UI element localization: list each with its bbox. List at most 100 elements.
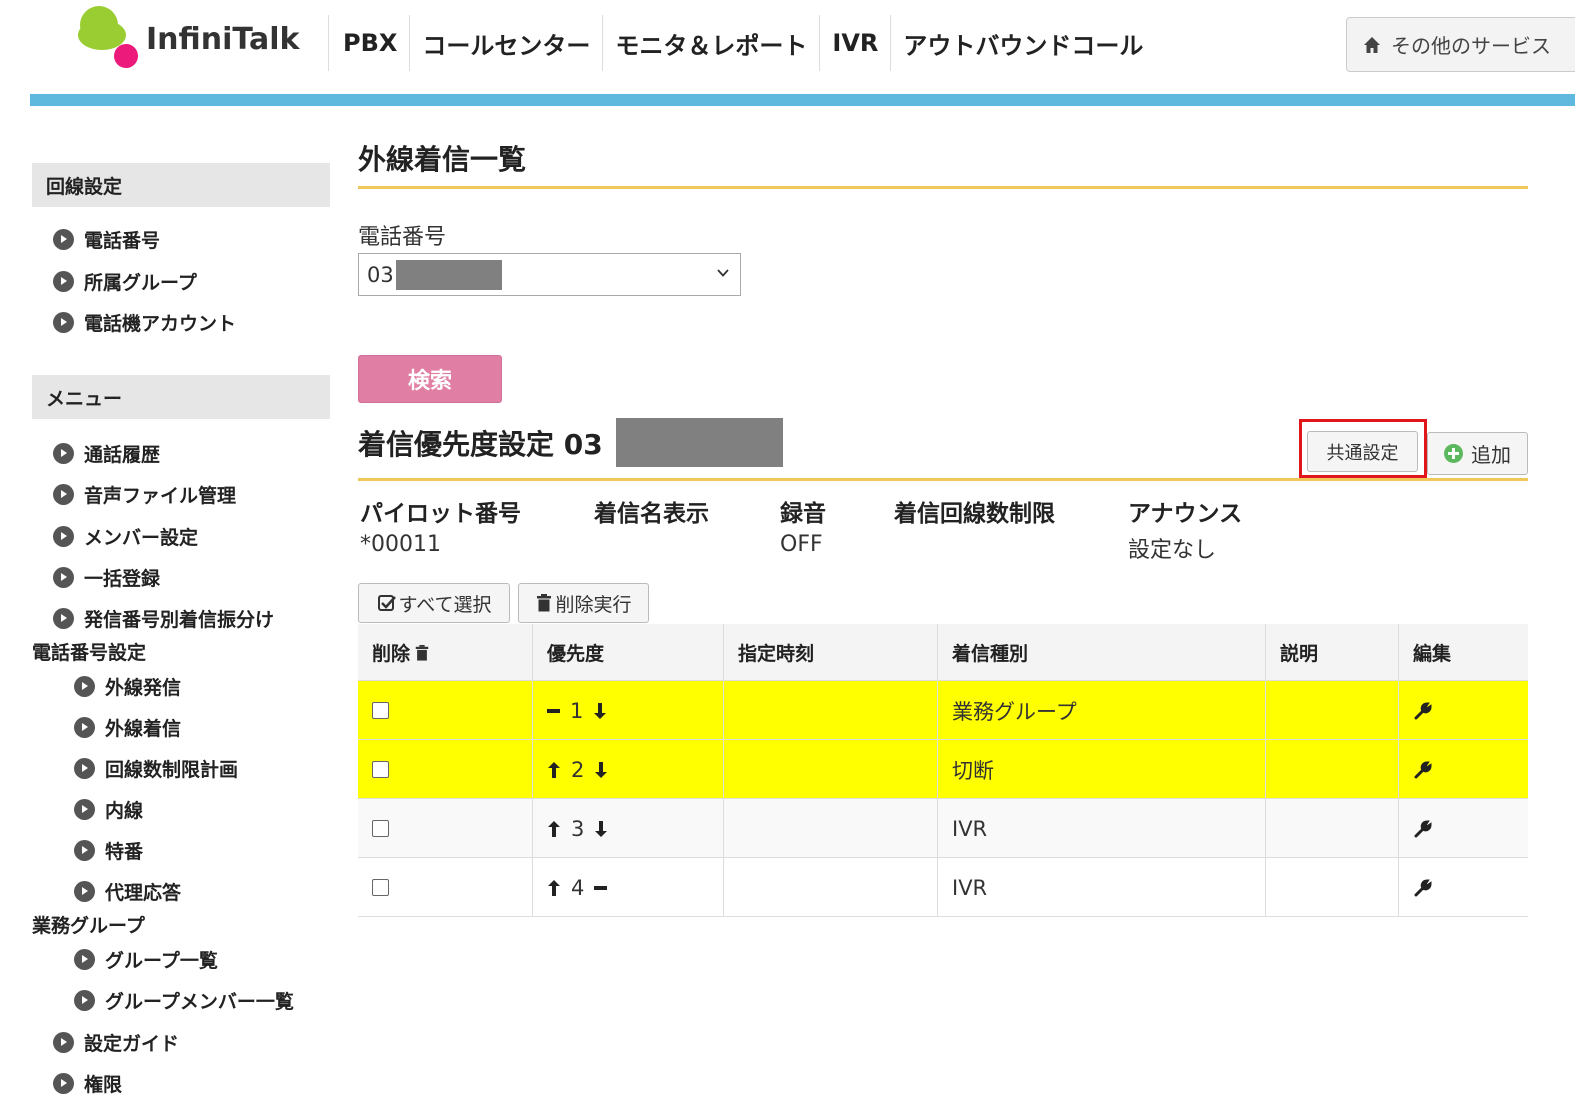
sidebar-item-proxy-answer[interactable]: 代理応答 xyxy=(74,878,181,905)
row-delete-checkbox[interactable] xyxy=(372,702,389,719)
wrench-icon[interactable] xyxy=(1413,819,1433,839)
row-delete-checkbox[interactable] xyxy=(372,879,389,896)
plus-circle-icon xyxy=(1444,444,1463,463)
top-nav: PBX コールセンター モニタ＆レポート IVR アウトバウンドコール xyxy=(328,15,1155,71)
info-caller-name-display: 着信名表示 xyxy=(594,494,709,532)
description-cell xyxy=(1265,681,1398,740)
sidebar-item-bulk-register[interactable]: 一括登録 xyxy=(53,564,160,591)
table-row: 4 IVR xyxy=(358,858,1528,917)
sidebar-item-special-number[interactable]: 特番 xyxy=(74,837,143,864)
nav-monitor-report[interactable]: モニタ＆レポート xyxy=(602,15,819,71)
other-services-label: その他のサービス xyxy=(1391,34,1551,58)
wrench-icon[interactable] xyxy=(1413,760,1433,780)
sidebar-item-inbound[interactable]: 外線着信 xyxy=(74,714,181,741)
sidebar-item-permissions[interactable]: 権限 xyxy=(53,1070,122,1097)
nav-call-center[interactable]: コールセンター xyxy=(409,15,602,71)
sidebar-item-audio-files[interactable]: 音声ファイル管理 xyxy=(53,481,236,508)
col-type: 着信種別 xyxy=(937,624,1265,681)
wrench-icon[interactable] xyxy=(1413,878,1433,898)
sidebar-item-setup-guide[interactable]: 設定ガイド xyxy=(53,1029,179,1056)
sidebar-item-caller-routing[interactable]: 発信番号別着信振分け xyxy=(53,605,274,632)
header-accent-bar xyxy=(30,94,1575,106)
arrow-up-icon[interactable] xyxy=(547,761,561,779)
chevron-right-circle-icon xyxy=(53,229,74,250)
table-header: 削除 優先度 指定時刻 着信種別 説明 編集 xyxy=(358,624,1528,681)
trash-icon xyxy=(537,594,552,612)
sidebar-item-member-settings[interactable]: メンバー設定 xyxy=(53,523,198,550)
time-cell xyxy=(723,681,937,740)
arrow-down-icon[interactable] xyxy=(594,761,608,779)
chevron-right-circle-icon xyxy=(74,881,95,902)
row-delete-checkbox[interactable] xyxy=(372,820,389,837)
arrow-down-icon[interactable] xyxy=(594,820,608,838)
sidebar-item-line-limit-plan[interactable]: 回線数制限計画 xyxy=(74,755,238,782)
priority-number: 2 xyxy=(571,757,585,782)
phone-number-select-value: 03 xyxy=(367,262,394,287)
redacted-block xyxy=(616,418,783,467)
top-header: InfiniTalk PBX コールセンター モニタ＆レポート IVR アウトバ… xyxy=(0,0,1575,94)
table-row: 1 業務グループ xyxy=(358,681,1528,740)
logo-text: InfiniTalk xyxy=(146,22,300,57)
delete-execute-button[interactable]: 削除実行 xyxy=(518,583,649,623)
info-header: アナウンス xyxy=(1128,501,1243,527)
col-delete: 削除 xyxy=(358,624,532,681)
arrow-up-icon[interactable] xyxy=(547,879,561,897)
highlight-annotation-box xyxy=(1299,419,1427,478)
description-cell xyxy=(1265,799,1398,858)
sidebar-item-extension[interactable]: 内線 xyxy=(74,796,143,823)
table-row: 3 IVR xyxy=(358,799,1528,858)
info-header: 録音 xyxy=(780,501,826,527)
info-header: パイロット番号 xyxy=(360,501,521,527)
info-header: 着信名表示 xyxy=(594,501,709,527)
sidebar-item-outbound[interactable]: 外線発信 xyxy=(74,673,181,700)
chevron-right-circle-icon xyxy=(74,990,95,1011)
nav-pbx[interactable]: PBX xyxy=(328,15,409,71)
nav-ivr[interactable]: IVR xyxy=(819,15,890,71)
add-button[interactable]: 追加 xyxy=(1427,432,1528,475)
type-cell: 業務グループ xyxy=(937,681,1265,740)
select-all-button[interactable]: すべて選択 xyxy=(358,583,510,623)
type-cell: 切断 xyxy=(937,740,1265,799)
type-cell: IVR xyxy=(937,799,1265,858)
other-services-button[interactable]: その他のサービス xyxy=(1346,17,1575,72)
chevron-right-circle-icon xyxy=(74,676,95,697)
sidebar-item-group[interactable]: 所属グループ xyxy=(53,268,197,295)
time-cell xyxy=(723,740,937,799)
type-cell: IVR xyxy=(937,858,1265,917)
sidebar-item-group-list[interactable]: グループ一覧 xyxy=(74,946,218,973)
sidebar-item-group-member-list[interactable]: グループメンバー一覧 xyxy=(74,987,294,1014)
sidebar-item-phone-number[interactable]: 電話番号 xyxy=(53,226,160,253)
check-square-icon xyxy=(377,595,396,611)
infinitalk-logo[interactable]: InfiniTalk xyxy=(78,6,308,76)
sidebar-subheading-phone-settings: 電話番号設定 xyxy=(32,642,147,664)
info-announce: アナウンス 設定なし xyxy=(1128,494,1242,564)
sidebar-item-call-history[interactable]: 通話履歴 xyxy=(53,440,160,467)
chevron-down-icon xyxy=(717,269,729,277)
row-delete-checkbox[interactable] xyxy=(372,761,389,778)
wrench-icon[interactable] xyxy=(1413,701,1433,721)
chevron-right-circle-icon xyxy=(53,484,74,505)
chevron-right-circle-icon xyxy=(74,758,95,779)
chevron-right-circle-icon xyxy=(74,717,95,738)
chevron-right-circle-icon xyxy=(53,608,74,629)
nav-outbound-call[interactable]: アウトバウンドコール xyxy=(890,15,1155,71)
info-value: OFF xyxy=(780,532,823,557)
trash-icon xyxy=(415,644,429,661)
arrow-up-icon[interactable] xyxy=(547,820,561,838)
arrow-down-icon[interactable] xyxy=(593,702,607,720)
chevron-right-circle-icon xyxy=(74,840,95,861)
page-title: 外線着信一覧 xyxy=(358,143,527,176)
chevron-right-circle-icon xyxy=(53,271,74,292)
home-icon xyxy=(1363,36,1381,54)
minus-icon xyxy=(547,708,560,713)
chevron-right-circle-icon xyxy=(53,1032,74,1053)
description-cell xyxy=(1265,858,1398,917)
sidebar-item-phone-account[interactable]: 電話機アカウント xyxy=(53,309,236,336)
sidebar-section-line-settings: 回線設定 xyxy=(32,163,330,207)
search-button[interactable]: 検索 xyxy=(358,355,502,403)
col-time: 指定時刻 xyxy=(723,624,937,681)
info-line-limit: 着信回線数制限 xyxy=(894,494,1055,532)
phone-number-label: 電話番号 xyxy=(358,225,447,250)
description-cell xyxy=(1265,740,1398,799)
phone-number-select[interactable]: 03 xyxy=(358,253,741,296)
